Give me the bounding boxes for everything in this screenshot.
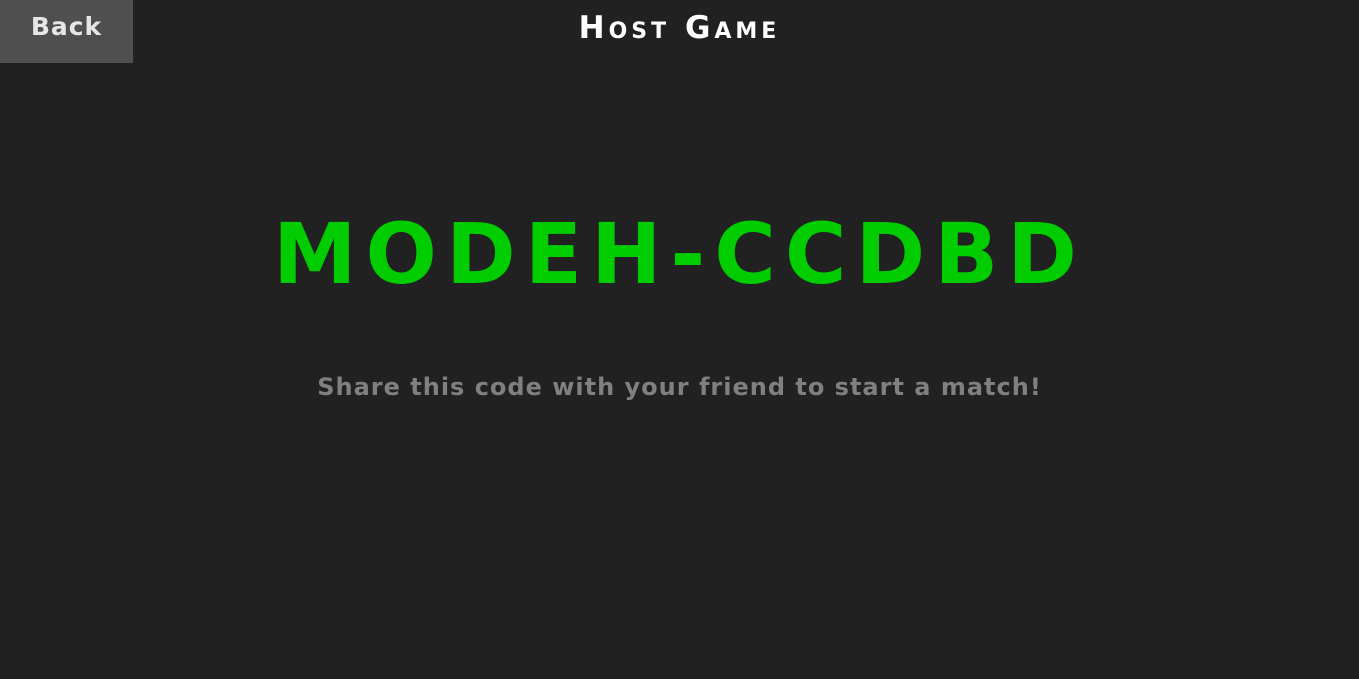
room-code: MODEH-CCDBD [272, 205, 1087, 303]
share-code-hint: Share this code with your friend to star… [317, 373, 1042, 401]
page-title: Host Game [578, 10, 781, 46]
